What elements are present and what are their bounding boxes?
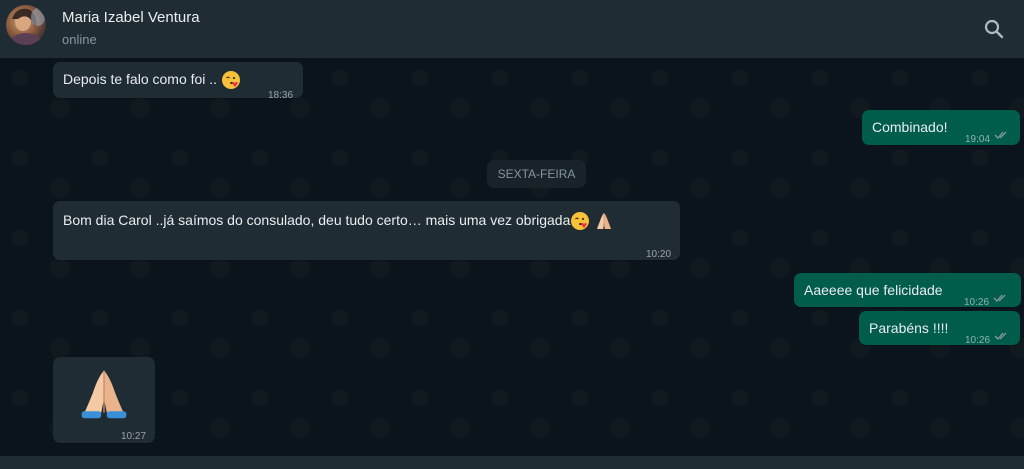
chat-area[interactable]: Depois te falo como foi .. 18:36 Combina…: [0, 58, 1024, 469]
message-time: 19:04: [965, 134, 991, 145]
message-outgoing[interactable]: Aaeeee que felicidade 10:26: [794, 273, 1021, 308]
message-outgoing[interactable]: Combinado! 19:04: [862, 110, 1020, 145]
message-incoming[interactable]: Depois te falo como foi .. 18:36: [53, 62, 303, 101]
search-icon: [984, 19, 1004, 39]
message-time: 10:27: [121, 431, 147, 442]
message-outgoing[interactable]: Parabéns !!!! 10:26: [859, 311, 1020, 346]
message-text: Combinado!: [872, 119, 948, 135]
compose-bar[interactable]: [0, 456, 1024, 469]
message-text: Bom dia Carol ..já saímos do consulado, …: [63, 211, 614, 231]
contact-status: online: [62, 32, 97, 47]
message-time: 10:26: [964, 297, 990, 308]
message-incoming[interactable]: Bom dia Carol ..já saímos do consulado, …: [53, 201, 680, 260]
message-time: 10:26: [965, 335, 991, 346]
read-receipt-icon: [994, 332, 1007, 340]
kissing-face-with-heart-emoji: [221, 71, 240, 90]
message-time: 10:20: [646, 249, 672, 260]
contact-avatar[interactable]: [6, 5, 46, 45]
read-receipt-icon: [993, 294, 1006, 302]
chat-header: Maria Izabel Ventura online: [0, 0, 1024, 58]
folded-hands-emoji: [81, 370, 127, 419]
message-text: Aaeeee que felicidade: [804, 282, 943, 298]
kissing-face-with-heart-emoji: [571, 212, 590, 231]
message-text: Parabéns !!!!: [869, 320, 949, 336]
date-divider: SEXTA-FEIRA: [487, 160, 586, 188]
folded-hands-emoji: [597, 213, 612, 230]
message-incoming[interactable]: 10:27: [53, 357, 155, 443]
message-text: Depois te falo como foi ..: [63, 70, 241, 90]
message-time: 18:36: [268, 90, 294, 101]
read-receipt-icon: [994, 131, 1007, 139]
search-button[interactable]: [978, 13, 1010, 45]
contact-name[interactable]: Maria Izabel Ventura: [62, 9, 200, 26]
